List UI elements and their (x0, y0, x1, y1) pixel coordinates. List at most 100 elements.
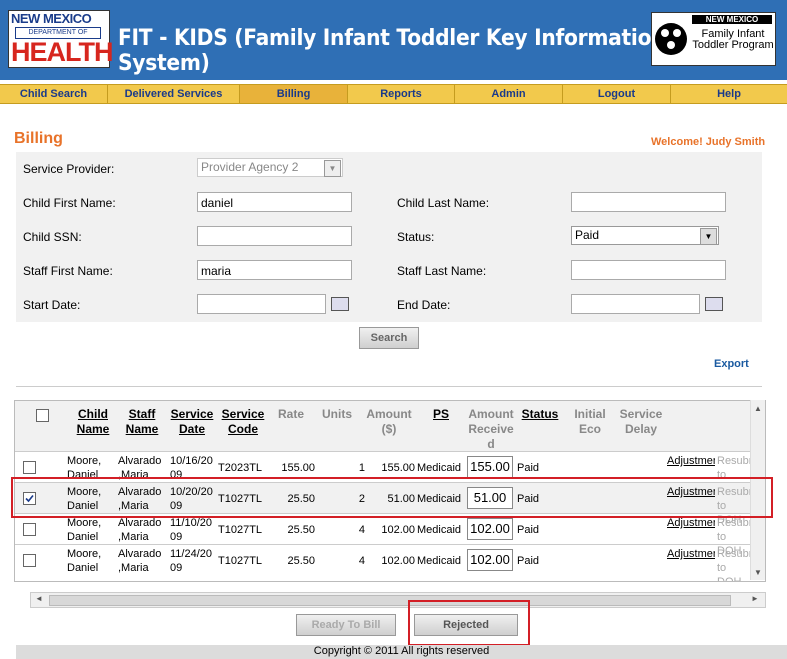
row-checkbox[interactable] (23, 554, 36, 567)
chevron-down-icon: ▼ (700, 228, 717, 245)
status-select[interactable]: Paid ▼ (571, 226, 719, 245)
ready-to-bill-button[interactable]: Ready To Bill (296, 614, 396, 636)
service-code: T2023TL (218, 462, 263, 474)
select-all-checkbox[interactable] (36, 409, 49, 422)
units: 1 (358, 462, 365, 474)
resubmit-link[interactable]: Resubmit to DOH (717, 547, 751, 581)
scroll-right-icon[interactable]: ► (751, 594, 759, 603)
row-checkbox[interactable] (23, 523, 36, 536)
status: Paid (517, 524, 540, 536)
welcome-text: Welcome! Judy Smith (651, 136, 766, 148)
footer: Copyright © 2011 All rights reserved (16, 645, 787, 659)
service-provider-label: Service Provider: (23, 162, 115, 176)
app-header: NEW MEXICO DEPARTMENT OF HEALTH FIT - KI… (0, 0, 787, 80)
child-ssn-label: Child SSN: (23, 230, 82, 244)
table-row: Moore, Daniel Alvarado ,Maria 11/24/2009… (15, 544, 751, 581)
adjustment-link[interactable]: Adjustment (667, 516, 715, 530)
highlight-box (408, 600, 530, 646)
nav-admin[interactable]: Admin (455, 85, 563, 103)
rate: 25.50 (287, 524, 315, 536)
start-date-label: Start Date: (23, 298, 81, 312)
end-date-label: End Date: (397, 298, 451, 312)
form-empty-cell (387, 152, 563, 186)
program-logo-text-1: NEW MEXICO (692, 15, 772, 24)
col-status[interactable]: Status (519, 407, 561, 422)
payment-source: Medicaid (417, 524, 462, 536)
main-nav: Child Search Delivered Services Billing … (0, 84, 787, 104)
adjustment-link[interactable]: Adjustment (667, 547, 715, 561)
col-rate: Rate (277, 407, 304, 421)
search-button[interactable]: Search (359, 327, 419, 349)
amount: 102.00 (381, 555, 415, 567)
service-provider-select[interactable]: Provider Agency 2 ▼ (197, 158, 343, 177)
col-units: Units (322, 407, 352, 421)
staff-last-name-input[interactable] (571, 260, 726, 280)
staff-name: Alvarado ,Maria (118, 517, 162, 543)
horizontal-scrollbar[interactable]: ◄ ► (30, 592, 766, 608)
col-ps[interactable]: PS (428, 407, 454, 422)
payment-source: Medicaid (417, 555, 462, 567)
staff-last-name-label: Staff Last Name: (397, 264, 487, 278)
col-child-name[interactable]: Child Name (73, 407, 113, 437)
app-title: FIT - KIDS (Family Infant Toddler Key In… (118, 26, 725, 76)
col-service-date[interactable]: Service Date (169, 407, 215, 437)
nav-help[interactable]: Help (671, 85, 787, 103)
status: Paid (517, 462, 540, 474)
staff-name: Alvarado ,Maria (118, 548, 162, 574)
service-date: 11/24/2009 (170, 548, 213, 574)
calendar-icon[interactable] (331, 297, 349, 311)
amount: 102.00 (381, 524, 415, 536)
scroll-down-icon[interactable]: ▼ (754, 568, 762, 577)
nav-logout[interactable]: Logout (563, 85, 671, 103)
scroll-up-icon[interactable]: ▲ (754, 404, 762, 413)
units: 4 (358, 555, 365, 567)
staff-first-name-label: Staff First Name: (23, 264, 113, 278)
logo-text-3: HEALTH (11, 37, 113, 67)
adjustment-link[interactable]: Adjustment (667, 454, 715, 468)
calendar-icon[interactable] (705, 297, 723, 311)
nm-health-logo: NEW MEXICO DEPARTMENT OF HEALTH (8, 10, 113, 68)
rate: 25.50 (287, 555, 315, 567)
start-date-input[interactable] (197, 294, 326, 314)
service-code: T1027TL (218, 555, 263, 567)
amount-received-input[interactable]: 155.00 (467, 456, 513, 478)
page-title: Billing (14, 130, 63, 147)
fit-program-logo: NEW MEXICO Family Infant Toddler Program (651, 12, 776, 66)
status-label: Status: (397, 230, 435, 244)
staff-first-name-input[interactable]: maria (197, 260, 352, 280)
rate: 155.00 (281, 462, 315, 474)
units: 4 (358, 524, 365, 536)
child-last-name-input[interactable] (571, 192, 726, 212)
end-date-input[interactable] (571, 294, 700, 314)
amount-received-input[interactable]: 102.00 (467, 518, 513, 540)
scroll-thumb[interactable] (49, 595, 731, 606)
col-service-code[interactable]: Service Code (218, 407, 268, 437)
service-code: T1027TL (218, 524, 263, 536)
child-ssn-input[interactable] (197, 226, 352, 246)
amount: 155.00 (381, 462, 415, 474)
child-first-name-label: Child First Name: (23, 196, 116, 210)
col-amount-received: Amount Received (468, 407, 514, 451)
scroll-left-icon[interactable]: ◄ (35, 594, 43, 603)
highlight-box (11, 477, 773, 518)
export-link[interactable]: Export (714, 358, 749, 370)
nav-reports[interactable]: Reports (348, 85, 455, 103)
nav-billing[interactable]: Billing (240, 85, 348, 103)
program-logo-text-2: Family Infant Toddler Program (692, 28, 774, 51)
status-value: Paid (575, 228, 600, 242)
col-staff-name[interactable]: Staff Name (121, 407, 163, 437)
row-checkbox[interactable] (23, 461, 36, 474)
col-initial-eco: Initial Eco (574, 407, 606, 436)
child-name: Moore, Daniel (67, 548, 102, 574)
logo-text-1: NEW MEXICO (11, 11, 92, 26)
amount-received-input[interactable]: 102.00 (467, 549, 513, 571)
family-emblem-icon (655, 23, 687, 55)
chevron-down-icon: ▼ (324, 160, 341, 177)
divider (16, 386, 762, 387)
child-name: Moore, Daniel (67, 517, 102, 543)
nav-delivered-services[interactable]: Delivered Services (108, 85, 240, 103)
child-first-name-input[interactable]: daniel (197, 192, 352, 212)
child-last-name-label: Child Last Name: (397, 196, 490, 210)
nav-child-search[interactable]: Child Search (0, 85, 108, 103)
grid-header: Child Name Staff Name Service Date Servi… (15, 401, 765, 451)
